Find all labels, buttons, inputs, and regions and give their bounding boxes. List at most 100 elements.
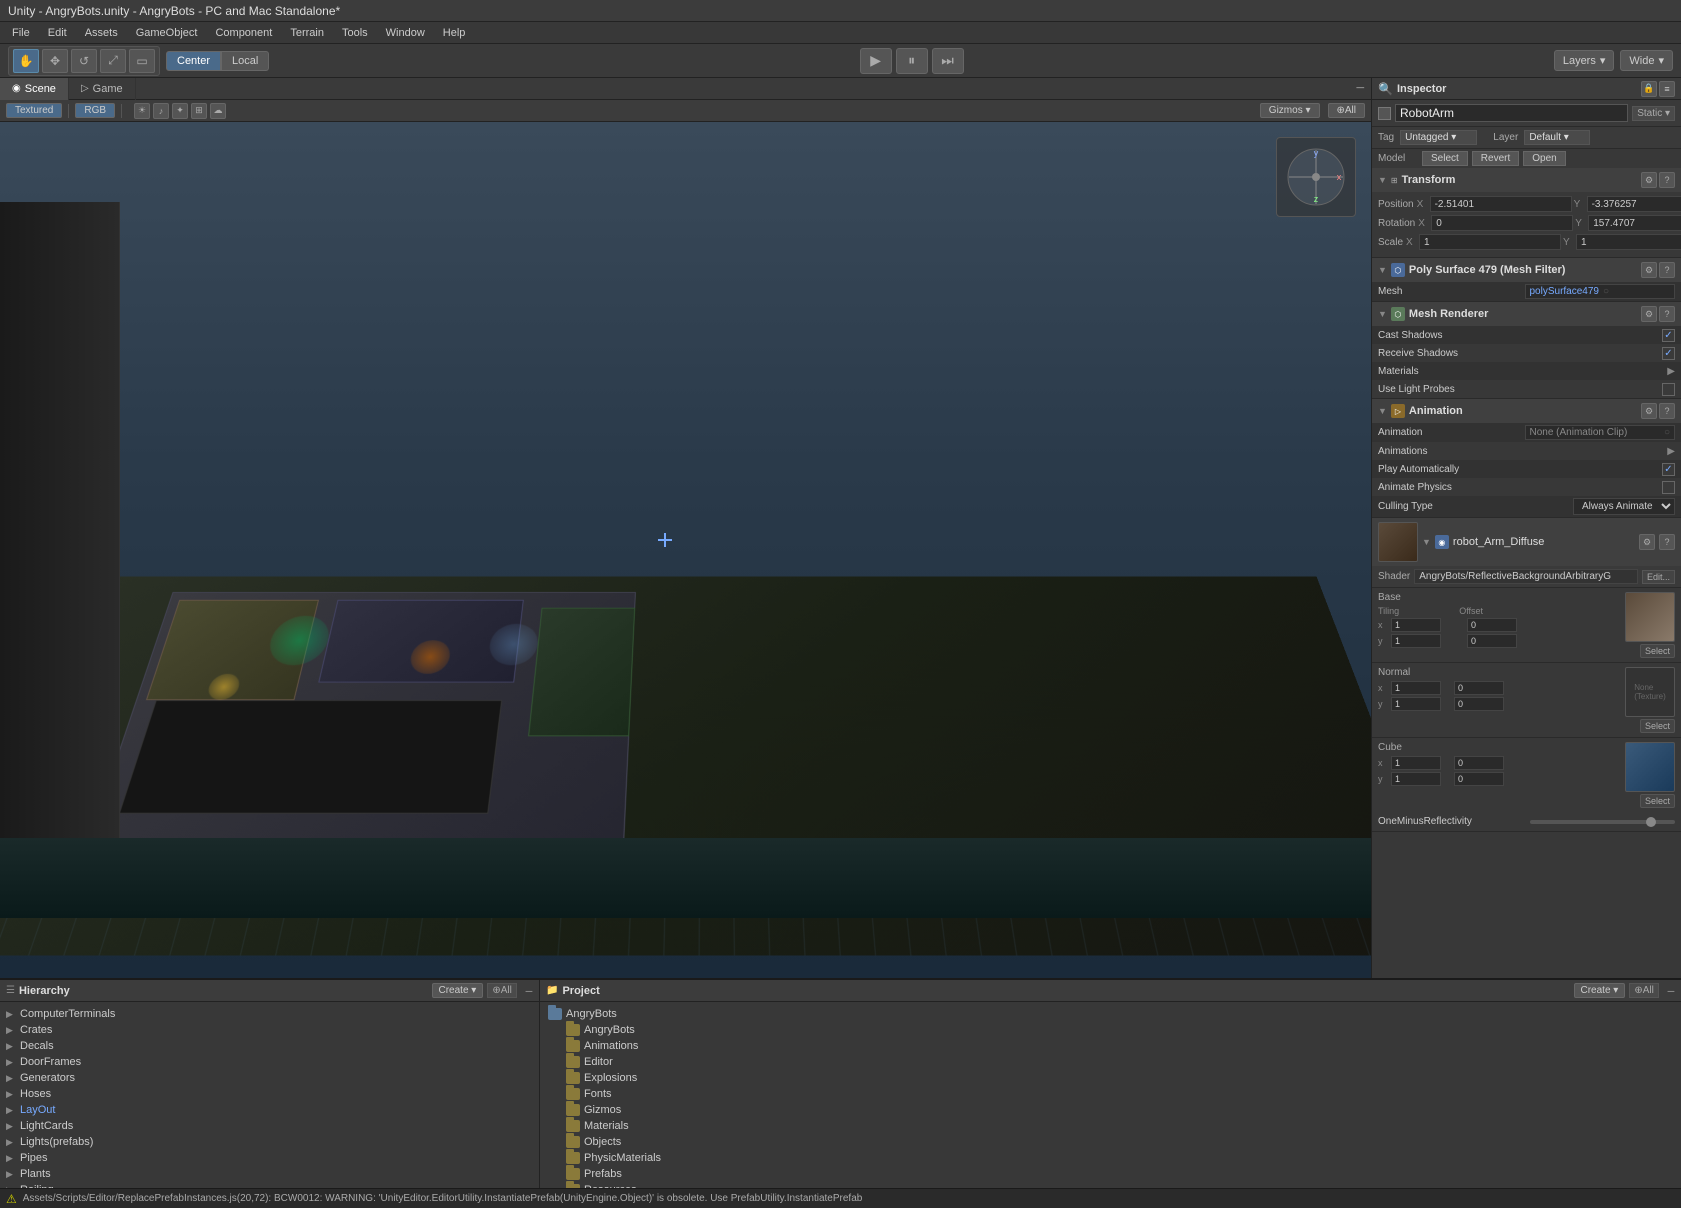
normal-texture-thumb[interactable]: None(Texture) [1625,667,1675,717]
layers-dropdown[interactable]: Layers ▾ [1554,50,1615,71]
transform-settings-icon[interactable]: ⚙ [1641,172,1657,188]
project-item-objects[interactable]: Objects [540,1134,1681,1150]
hierarchy-item-railing[interactable]: ▶ Railing [0,1182,539,1188]
project-minimize-btn[interactable]: − [1667,983,1675,999]
hierarchy-item-lights-prefabs[interactable]: ▶ Lights(prefabs) [0,1134,539,1150]
hierarchy-item-hoses[interactable]: ▶ Hoses [0,1086,539,1102]
play-button[interactable]: ▶ [860,48,892,74]
gizmos-btn[interactable]: Gizmos ▾ [1260,103,1320,118]
menu-window[interactable]: Window [378,25,433,41]
scene-audio-icon[interactable]: ♪ [153,103,169,119]
step-button[interactable]: ⏭ [932,48,964,74]
menu-gameobject[interactable]: GameObject [128,25,206,41]
mesh-filter-header[interactable]: ▼ ⬡ Poly Surface 479 (Mesh Filter) ⚙ ? [1372,258,1681,282]
transform-help-icon[interactable]: ? [1659,172,1675,188]
move-handle[interactable] [658,533,672,547]
pause-button[interactable]: ⏸ [896,48,928,74]
hierarchy-item-plants[interactable]: ▶ Plants [0,1166,539,1182]
cast-shadows-checkbox[interactable]: ✓ [1662,329,1675,342]
scale-x-input[interactable] [1419,234,1561,250]
hierarchy-item-decals[interactable]: ▶ Decals [0,1038,539,1054]
base-x-offset-input[interactable] [1467,618,1517,632]
hierarchy-item-doorframes[interactable]: ▶ DoorFrames [0,1054,539,1070]
mesh-renderer-help-icon[interactable]: ? [1659,306,1675,322]
layout-dropdown[interactable]: Wide ▾ [1620,50,1673,71]
project-create-btn[interactable]: Create ▾ [1574,983,1626,998]
mesh-filter-help-icon[interactable]: ? [1659,262,1675,278]
menu-terrain[interactable]: Terrain [282,25,332,41]
layer-dropdown[interactable]: Default ▾ [1524,130,1589,145]
textured-mode-btn[interactable]: Textured [6,103,62,118]
base-y-offset-input[interactable] [1467,634,1517,648]
center-toggle[interactable]: Center [166,51,221,71]
cube-y-offset-input[interactable] [1454,772,1504,786]
local-toggle[interactable]: Local [221,51,269,71]
hierarchy-create-btn[interactable]: Create ▾ [432,983,484,998]
scale-y-input[interactable] [1576,234,1681,250]
normal-select-btn[interactable]: Select [1640,719,1675,733]
reflectivity-slider[interactable] [1530,820,1676,824]
model-revert-btn[interactable]: Revert [1472,151,1519,166]
object-active-checkbox[interactable] [1378,107,1391,120]
scene-grid-icon[interactable]: ⊞ [191,103,207,119]
animation-header[interactable]: ▼ ▷ Animation ⚙ ? [1372,399,1681,423]
project-item-editor[interactable]: Editor [540,1054,1681,1070]
mesh-value[interactable]: polySurface479 ○ [1525,284,1676,299]
project-item-angrybots[interactable]: AngryBots [540,1022,1681,1038]
inspector-menu-btn[interactable]: ≡ [1659,81,1675,97]
position-x-input[interactable] [1430,196,1572,212]
hierarchy-all-filter[interactable]: ⊕All [487,983,517,998]
menu-help[interactable]: Help [435,25,474,41]
normal-x-tiling-input[interactable] [1391,681,1441,695]
project-item-physic-materials[interactable]: PhysicMaterials [540,1150,1681,1166]
navigation-cube[interactable]: y x z [1276,137,1356,217]
menu-assets[interactable]: Assets [77,25,126,41]
project-item-materials[interactable]: Materials [540,1118,1681,1134]
animation-clip-dropdown[interactable]: None (Animation Clip) ○ [1525,425,1676,440]
rotation-x-input[interactable] [1431,215,1573,231]
game-tab[interactable]: ▷ Game [69,78,136,100]
hierarchy-item-pipes[interactable]: ▶ Pipes [0,1150,539,1166]
cube-texture-thumb[interactable] [1625,742,1675,792]
project-item-prefabs[interactable]: Prefabs [540,1166,1681,1182]
normal-x-offset-input[interactable] [1454,681,1504,695]
receive-shadows-checkbox[interactable]: ✓ [1662,347,1675,360]
scale-tool-btn[interactable]: ⤢ [100,49,126,73]
scene-fx-icon[interactable]: ✦ [172,103,188,119]
hand-tool-btn[interactable]: ✋ [13,49,39,73]
cube-select-btn[interactable]: Select [1640,794,1675,808]
model-open-btn[interactable]: Open [1523,151,1565,166]
base-select-btn[interactable]: Select [1640,644,1675,658]
project-item-explosions[interactable]: Explosions [540,1070,1681,1086]
all-filter-btn[interactable]: ⊕All [1328,103,1366,118]
normal-y-tiling-input[interactable] [1391,697,1441,711]
culling-type-select[interactable]: Always Animate [1573,498,1675,515]
project-item-resources[interactable]: Resources [540,1182,1681,1188]
material-help-icon[interactable]: ? [1659,534,1675,550]
menu-file[interactable]: File [4,25,38,41]
scene-extra-icon[interactable]: ☁ [210,103,226,119]
menu-tools[interactable]: Tools [334,25,376,41]
rgb-mode-btn[interactable]: RGB [75,103,115,118]
hierarchy-minimize-btn[interactable]: − [525,983,533,999]
transform-header[interactable]: ▼ ⊞ Transform ⚙ ? [1372,168,1681,192]
hierarchy-item-crates[interactable]: ▶ Crates [0,1022,539,1038]
scene-minimize-btn[interactable]: − [1350,78,1371,100]
scene-tab[interactable]: ◉ Scene [0,78,69,100]
rotate-tool-btn[interactable]: ↺ [71,49,97,73]
mesh-filter-settings-icon[interactable]: ⚙ [1641,262,1657,278]
inspector-lock-btn[interactable]: 🔒 [1641,81,1657,97]
object-name-input[interactable] [1395,104,1628,122]
shader-edit-btn[interactable]: Edit... [1642,570,1675,584]
rotation-y-input[interactable] [1588,215,1681,231]
hierarchy-item-layout[interactable]: ▶ LayOut [0,1102,539,1118]
menu-component[interactable]: Component [207,25,280,41]
position-y-input[interactable] [1587,196,1681,212]
base-y-tiling-input[interactable] [1391,634,1441,648]
animation-help-icon[interactable]: ? [1659,403,1675,419]
hierarchy-item-generators[interactable]: ▶ Generators [0,1070,539,1086]
light-probes-checkbox[interactable] [1662,383,1675,396]
viewport[interactable]: y x z [0,122,1371,978]
cube-y-tiling-input[interactable] [1391,772,1441,786]
rect-tool-btn[interactable]: ▭ [129,49,155,73]
